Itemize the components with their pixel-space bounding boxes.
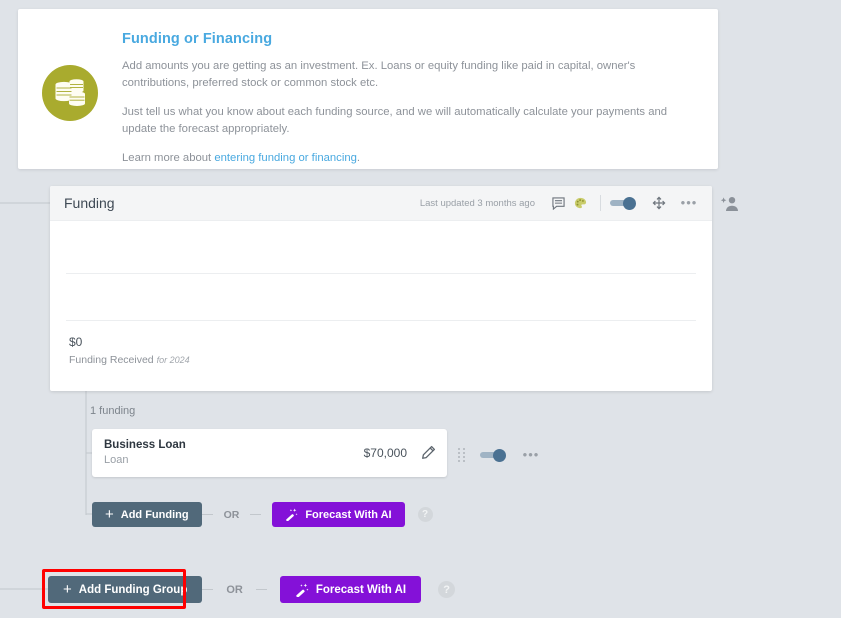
add-person-icon[interactable] <box>720 195 742 215</box>
more-options-dots: ••• <box>680 195 698 210</box>
toggle-knob <box>623 196 636 210</box>
or-label: OR <box>223 508 240 521</box>
add-funding-label: Add Funding <box>120 508 189 521</box>
funding-help-icon[interactable]: ? <box>417 507 433 522</box>
chart-gridline <box>66 273 696 274</box>
last-updated-text: Last updated 3 months ago <box>419 197 535 209</box>
chart-label-period: for 2024 <box>156 355 190 365</box>
connector-dash <box>202 589 214 590</box>
funding-panel: Funding Last updated 3 months ago ••• $0… <box>50 186 712 391</box>
grip-dot <box>463 448 465 450</box>
forecast-with-ai-button[interactable]: Forecast With AI <box>272 502 405 527</box>
header-divider <box>600 195 601 211</box>
connector-dash <box>255 589 267 590</box>
coins-icon <box>42 65 98 121</box>
funding-item-row[interactable]: Business Loan Loan $70,000 <box>92 429 447 477</box>
funding-count-label: 1 funding <box>90 405 136 417</box>
grip-dot <box>458 452 460 454</box>
forecast-with-ai-group-button[interactable]: Forecast With AI <box>279 576 422 603</box>
funding-item-amount: $70,000 <box>363 446 407 460</box>
grip-dot <box>463 460 465 462</box>
plus-icon: + <box>63 581 72 598</box>
forecast-with-ai-label: Forecast With AI <box>305 508 392 521</box>
info-learn-more-line: Learn more about entering funding or fin… <box>122 150 678 167</box>
forecast-with-ai-group-label: Forecast With AI <box>315 583 407 596</box>
app-canvas: Funding or Financing Add amounts you are… <box>0 0 841 618</box>
move-icon[interactable] <box>648 192 670 214</box>
info-icon-container <box>18 9 122 169</box>
help-label: ? <box>422 509 429 520</box>
learn-more-suffix: . <box>356 152 361 164</box>
help-label: ? <box>443 583 450 596</box>
palette-icon[interactable] <box>569 192 591 214</box>
panel-visibility-toggle[interactable] <box>610 196 636 210</box>
info-body: Funding or Financing Add amounts you are… <box>122 9 718 169</box>
add-funding-group-button[interactable]: + Add Funding Group <box>48 576 203 603</box>
entering-funding-link[interactable]: entering funding or financing <box>214 152 357 164</box>
more-options-dots: ••• <box>522 447 540 462</box>
grip-dot <box>458 448 460 450</box>
connector-dash <box>201 514 213 515</box>
more-options-icon[interactable]: ••• <box>678 192 700 214</box>
chart-label-text: Funding Received <box>69 354 154 366</box>
funding-item-controls: ••• <box>458 444 542 466</box>
info-paragraph-2: Just tell us what you know about each fu… <box>122 106 668 135</box>
comment-icon[interactable] <box>547 192 569 214</box>
funding-item-type: Loan <box>104 454 129 466</box>
funding-chart: $0 Funding Received for 2024 <box>50 221 712 391</box>
chart-total-label: Funding Received for 2024 <box>69 354 190 366</box>
drag-handle-icon[interactable] <box>458 448 466 462</box>
grip-dot <box>458 460 460 462</box>
or-label: OR <box>226 583 243 596</box>
toggle-knob <box>493 448 506 462</box>
grip-dot <box>463 456 465 458</box>
pencil-icon[interactable] <box>420 445 437 462</box>
info-paragraph-1: Add amounts you are getting as an invest… <box>122 60 636 89</box>
grip-dot <box>463 452 465 454</box>
info-title: Funding or Financing <box>122 31 273 47</box>
funding-item-toggle[interactable] <box>480 448 506 462</box>
panel-title: Funding <box>64 195 115 211</box>
funding-group-help-icon[interactable]: ? <box>438 581 456 598</box>
chart-gridline <box>66 320 696 321</box>
magic-wand-icon <box>285 508 298 521</box>
add-funding-group-label: Add Funding Group <box>78 583 188 596</box>
magic-wand-icon <box>295 583 309 597</box>
funding-group-actions-row: + Add Funding Group OR Forecast With AI … <box>48 576 456 603</box>
funding-item-name: Business Loan <box>104 439 186 451</box>
chart-total-value: $0 <box>69 335 83 349</box>
funding-item-more-icon[interactable]: ••• <box>520 444 542 466</box>
connector-dash <box>250 514 262 515</box>
plus-icon: + <box>105 506 114 523</box>
add-funding-button[interactable]: + Add Funding <box>92 502 202 527</box>
learn-more-prefix: Learn more about <box>122 152 215 164</box>
funding-panel-header: Funding Last updated 3 months ago ••• <box>50 186 712 221</box>
info-card: Funding or Financing Add amounts you are… <box>18 9 718 169</box>
grip-dot <box>458 456 460 458</box>
funding-actions-row: + Add Funding OR Forecast With AI ? <box>92 502 433 527</box>
funding-item-texts: Business Loan Loan <box>104 438 364 468</box>
